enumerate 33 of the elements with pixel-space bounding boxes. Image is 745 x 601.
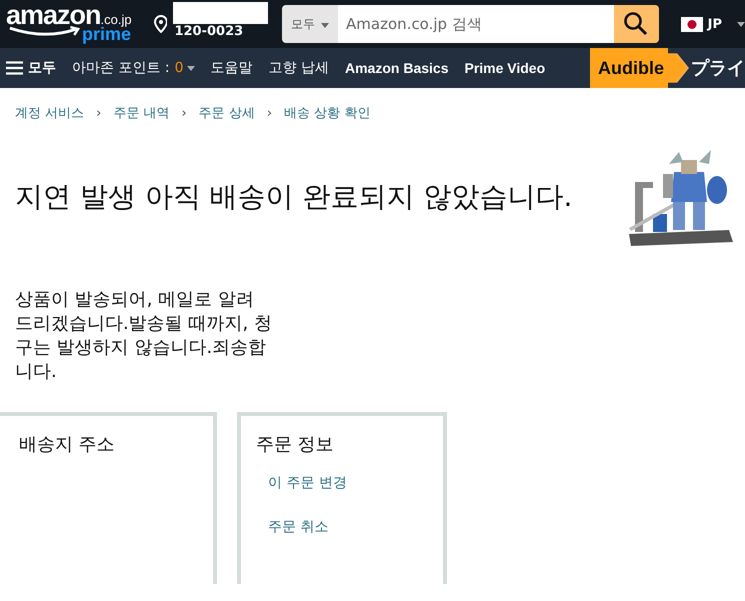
- page-heading: 지연 발생 아직 배송이 완료되지 않았습니다.: [15, 179, 572, 215]
- audible-banner[interactable]: Audible プライ: [590, 48, 745, 88]
- language-selector[interactable]: JP: [680, 16, 745, 32]
- category-dropdown[interactable]: 모두: [282, 5, 338, 43]
- nav-link[interactable]: Prime Video: [456, 60, 554, 76]
- status-message: 상품이 발송되어, 메일로 알려 드리겠습니다.발송될 때까지, 청구는 발생하지 않습니다.죄송합니다.: [15, 288, 273, 384]
- breadcrumb-link[interactable]: 주문 내역: [113, 104, 170, 122]
- caret-icon: [320, 22, 329, 28]
- flag-icon: [680, 16, 703, 32]
- nav-link[interactable]: 아마존 포인트 : 0: [64, 59, 203, 77]
- breadcrumb-separator: ›: [266, 106, 272, 120]
- nav-link[interactable]: Amazon Basics: [337, 60, 456, 76]
- panel-title: 주문 정보: [256, 433, 335, 456]
- postal-code[interactable]: 120-0023: [174, 24, 244, 40]
- caret-icon: [737, 22, 745, 26]
- panel-title: 배송지 주소: [19, 433, 116, 456]
- breadcrumb-separator: ›: [181, 106, 187, 120]
- amazon-logo[interactable]: amazon.co.jp prime: [6, 2, 142, 46]
- nav-link[interactable]: 고향 납세: [260, 59, 337, 77]
- search-icon: [623, 11, 650, 37]
- breadcrumb-link[interactable]: 계정 서비스: [15, 104, 84, 122]
- breadcrumb-link[interactable]: 주문 상세: [198, 104, 255, 122]
- caret-icon: [186, 66, 195, 70]
- breadcrumb-link[interactable]: 배송 상황 확인: [284, 104, 370, 122]
- all-menu-button[interactable]: 모두: [0, 59, 64, 77]
- order-link[interactable]: 주문 취소: [268, 518, 443, 536]
- order-link[interactable]: 이 주문 변경: [268, 474, 443, 492]
- search-field[interactable]: Amazon.co.jp 검색: [338, 5, 614, 43]
- breadcrumb-separator: ›: [96, 106, 102, 120]
- search-button[interactable]: [614, 5, 659, 43]
- nav-link[interactable]: 도움말: [202, 59, 261, 77]
- location-pin-icon: [154, 15, 168, 33]
- menu-icon: [6, 61, 23, 75]
